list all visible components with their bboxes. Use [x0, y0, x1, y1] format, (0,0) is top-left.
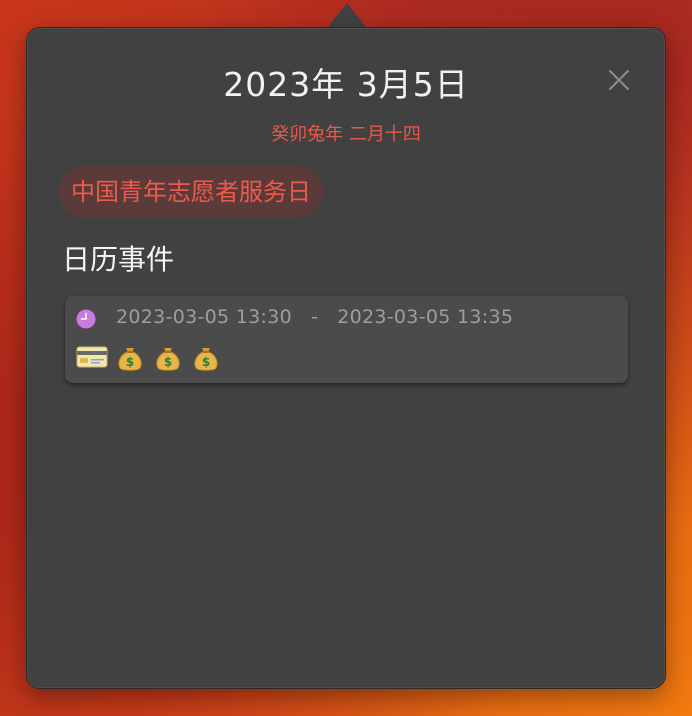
money-bag-icon: $	[118, 348, 142, 371]
svg-text:$: $	[126, 355, 134, 369]
event-title-emojis: $ $ $	[76, 340, 222, 374]
section-title-calendar-events: 日历事件	[62, 243, 175, 276]
date-title: 2023年 3月5日	[223, 65, 469, 104]
event-card[interactable]: 2023-03-05 13:30 - 2023-03-05 13:35 $ $	[65, 296, 628, 383]
svg-text:$: $	[202, 355, 210, 369]
calendar-day-popover: 2023年 3月5日 癸卯兔年 二月十四 中国青年志愿者服务日 日历事件 202…	[26, 27, 666, 689]
event-time-range: 2023-03-05 13:30 - 2023-03-05 13:35	[116, 306, 514, 328]
clock-icon	[76, 309, 96, 329]
holiday-badge: 中国青年志愿者服务日	[59, 166, 323, 218]
svg-text:$: $	[164, 355, 172, 369]
money-bag-icon: $	[194, 348, 218, 371]
credit-card-icon	[76, 346, 108, 368]
close-icon	[609, 70, 629, 90]
money-bag-icon: $	[156, 348, 180, 371]
lunar-date: 癸卯兔年 二月十四	[271, 124, 421, 145]
close-button[interactable]	[607, 68, 631, 92]
popover-arrow	[327, 3, 367, 28]
